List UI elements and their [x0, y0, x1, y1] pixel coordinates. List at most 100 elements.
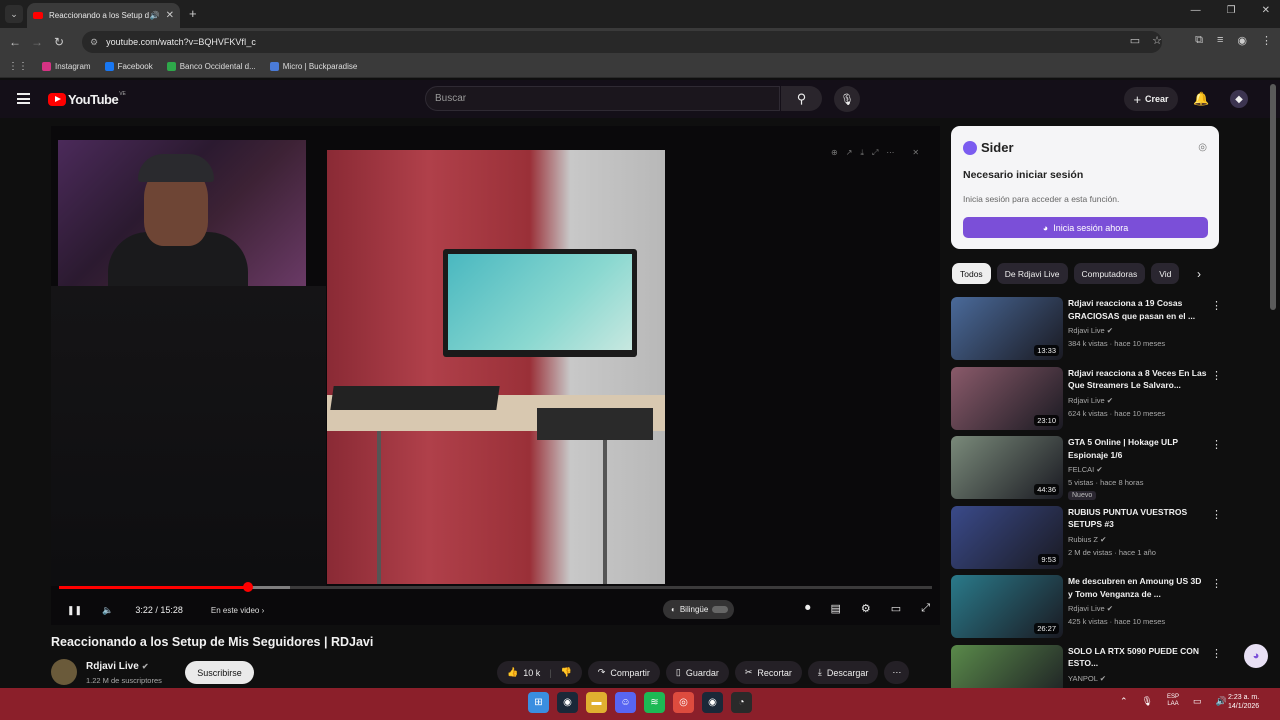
menu-icon[interactable]: ⋮ [1261, 34, 1272, 47]
recommendation-title[interactable]: RUBIUS PUNTUA VUESTROS SETUPS #3 [1068, 506, 1208, 531]
more-vertical-icon[interactable]: ⋮ [1211, 577, 1222, 590]
youtube-logo[interactable]: YouTube VE [48, 91, 126, 107]
tray-mic-icon[interactable]: 🎙 [1142, 696, 1153, 707]
media-icon[interactable]: ≡ [1217, 34, 1223, 47]
network-icon[interactable]: ▭ [1193, 696, 1202, 707]
tray-chevron-icon[interactable]: ⌃ [1120, 696, 1128, 707]
create-button[interactable]: + Crear [1124, 87, 1178, 111]
chevron-right-icon[interactable]: › [1197, 267, 1201, 281]
channel-avatar[interactable] [51, 659, 77, 685]
bookmark-instagram[interactable]: Instagram [42, 62, 91, 71]
download-button[interactable]: ⤓ Descargar [807, 661, 879, 684]
recommendation-item[interactable]: 26:27 Me descubren en Amoung US 3D y Tom… [951, 575, 1222, 645]
extensions-icon[interactable]: ⧉ [1195, 34, 1203, 47]
video-thumbnail[interactable]: 9:53 [951, 505, 1063, 569]
settings-gear-icon[interactable]: ⚙ [861, 602, 871, 615]
steam-app-icon[interactable]: ◉ [702, 692, 723, 713]
minimize-icon[interactable]: — [1191, 5, 1201, 16]
recommendation-channel[interactable]: FELCAI ✔ [1068, 465, 1103, 474]
share-button[interactable]: ↷ Compartir [587, 661, 660, 684]
search-button[interactable]: ⚲ [781, 86, 822, 111]
theater-mode-icon[interactable]: ▭ [891, 602, 901, 615]
forward-icon[interactable]: → [26, 35, 48, 49]
more-vertical-icon[interactable]: ⋮ [1211, 647, 1222, 660]
bilingual-switch[interactable] [712, 606, 729, 613]
bookmark-banco[interactable]: Banco Occidental d... [166, 62, 256, 71]
recommendation-title[interactable]: GTA 5 Online | Hokage ULP Espionaje 1/6 [1068, 436, 1208, 461]
bookmark-star-icon[interactable]: ☆ [1152, 34, 1162, 47]
page-scrollbar[interactable] [1270, 84, 1276, 310]
chapter-button[interactable]: En este video › [211, 606, 264, 615]
recommendation-item[interactable]: 9:53 RUBIUS PUNTUA VUESTROS SETUPS #3 Ru… [951, 505, 1222, 576]
browser-tab[interactable]: Reaccionando a los Setup d 🔊 ✕ [27, 3, 180, 28]
spotify-icon[interactable]: ≋ [644, 692, 665, 713]
chip-todos[interactable]: Todos [952, 263, 991, 284]
recommendation-channel[interactable]: Rubius Z ✔ [1068, 535, 1106, 544]
hamburger-menu-icon[interactable] [17, 93, 30, 104]
voice-search-button[interactable]: 🎙 [834, 86, 860, 112]
volume-icon[interactable]: 🔈 [102, 605, 113, 616]
video-thumbnail[interactable]: 44:36 [951, 436, 1063, 499]
bilingual-toggle[interactable]: ◐ Bilingüe [663, 600, 735, 619]
back-icon[interactable]: ← [4, 35, 26, 49]
progress-scrubber[interactable] [243, 582, 254, 592]
volume-tray-icon[interactable]: 🔊 [1216, 696, 1227, 707]
video-player[interactable]: ⊕ ↗ ⤓ ⤢ ⋯ ✕ ❚❚ 🔈 3:22 / 15:28 En este vi… [51, 126, 940, 625]
notifications-bell-icon[interactable]: 🔔 [1193, 91, 1209, 107]
recommendation-channel[interactable]: Rdjavi Live ✔ [1068, 326, 1113, 335]
thumbs-down-icon[interactable]: 👎 [561, 667, 572, 678]
save-button[interactable]: ▯ Guardar [665, 661, 729, 684]
video-thumbnail[interactable]: 23:10 [951, 366, 1063, 430]
more-vertical-icon[interactable]: ⋮ [1211, 508, 1222, 521]
recommendation-item[interactable]: 13:33 Rdjavi reacciona a 19 Cosas GRACIO… [951, 297, 1222, 367]
profile-icon[interactable]: ◉ [1237, 34, 1247, 47]
language-indicator[interactable]: ESP LAA [1167, 694, 1179, 708]
autoplay-icon[interactable]: ⏺ [805, 602, 811, 615]
reload-icon[interactable]: ↻ [48, 35, 70, 49]
search-input[interactable]: Buscar [425, 86, 780, 111]
close-tab-icon[interactable]: ✕ [166, 10, 174, 21]
progress-bar[interactable] [59, 582, 932, 592]
recommendation-item[interactable]: 23:10 Rdjavi reacciona a 8 Veces En Las … [951, 366, 1222, 437]
chrome-icon[interactable]: ◎ [673, 692, 694, 713]
recommendation-title[interactable]: Rdjavi reacciona a 19 Cosas GRACIOSAS qu… [1068, 297, 1208, 322]
subscribe-button[interactable]: Suscribirse [185, 661, 254, 684]
bookmark-micro[interactable]: Micro | Buckparadise [269, 62, 357, 71]
captions-icon[interactable]: ▤ [831, 602, 841, 615]
tab-search-button[interactable]: ⌄ [5, 5, 23, 23]
video-thumbnail[interactable]: 26:27 [951, 575, 1063, 638]
more-vertical-icon[interactable]: ⋮ [1211, 438, 1222, 451]
account-avatar[interactable]: ◆ [1230, 90, 1248, 108]
sider-login-button[interactable]: ◕ Inicia sesión ahora [963, 217, 1208, 238]
channel-name[interactable]: Rdjavi Live ✔ [86, 661, 149, 672]
more-vertical-icon[interactable]: ⋮ [1211, 369, 1222, 382]
recommendation-title[interactable]: Rdjavi reacciona a 8 Veces En Las Que St… [1068, 367, 1208, 392]
recommendation-channel[interactable]: Rdjavi Live ✔ [1068, 604, 1113, 613]
steam-icon[interactable]: ◉ [557, 692, 578, 713]
chip-computadoras[interactable]: Computadoras [1073, 263, 1146, 284]
pause-icon[interactable]: ❚❚ [67, 605, 82, 616]
more-vertical-icon[interactable]: ⋮ [1211, 299, 1222, 312]
system-clock[interactable]: 2:23 a. m. 14/1/2026 [1228, 693, 1259, 711]
sider-settings-icon[interactable]: ◎ [1198, 142, 1207, 153]
sider-float-button[interactable]: ◕ [1244, 644, 1268, 668]
discord-icon[interactable]: ☺ [615, 692, 636, 713]
close-window-icon[interactable]: ✕ [1262, 5, 1270, 16]
new-tab-button[interactable]: + [189, 6, 197, 21]
recommendation-channel[interactable]: YANPOL ✔ [1068, 674, 1106, 683]
chip-videos[interactable]: Vid [1151, 263, 1180, 284]
site-info-icon[interactable]: ⚙ [90, 37, 98, 48]
recommendation-channel[interactable]: Rdjavi Live ✔ [1068, 396, 1113, 405]
bookmark-facebook[interactable]: Facebook [104, 62, 153, 71]
fullscreen-icon[interactable]: ⤢ [921, 602, 930, 615]
recommendation-title[interactable]: SOLO LA RTX 5090 PUEDE CON ESTO... [1068, 645, 1208, 670]
clip-button[interactable]: ✂ Recortar [734, 661, 802, 684]
recommendation-title[interactable]: Me descubren en Amoung US 3D y Tomo Veng… [1068, 575, 1208, 600]
chip-de-rdjavi[interactable]: De Rdjavi Live [996, 263, 1068, 284]
like-button[interactable]: 👍 10 k | 👎 [497, 661, 582, 684]
cast-icon[interactable]: ▭ [1130, 34, 1140, 47]
recommendation-item[interactable]: 44:36 GTA 5 Online | Hokage ULP Espionaj… [951, 436, 1222, 506]
restore-icon[interactable]: ❐ [1227, 5, 1236, 16]
opera-icon[interactable]: ◔ [731, 692, 752, 713]
more-actions-button[interactable]: ⋯ [884, 661, 910, 684]
